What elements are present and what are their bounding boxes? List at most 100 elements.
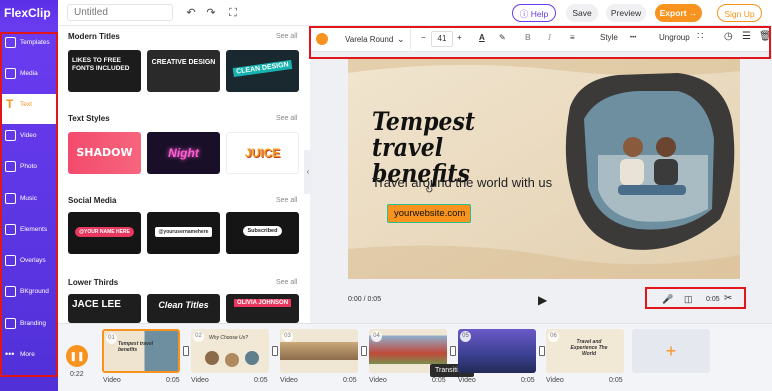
thumb-style-juice[interactable]: JUICE <box>226 132 299 174</box>
thumb-lower-3-label: OLIVIA JOHNSON <box>233 299 292 307</box>
help-icon: ⓘ <box>519 9 529 19</box>
thumb-social-2-label: @yourusernamehere <box>154 227 213 237</box>
save-button[interactable]: Save <box>566 4 598 22</box>
preview-button[interactable]: Preview <box>606 4 646 22</box>
timeline-clip-3[interactable]: 03 <box>280 329 358 373</box>
sidebar-item-video[interactable]: Video <box>0 125 58 155</box>
thumb-lower-1[interactable]: JACE LEE <box>68 294 141 323</box>
see-all-link[interactable]: See all <box>276 197 297 204</box>
signup-button[interactable]: Sign Up <box>717 4 762 22</box>
sidebar-item-music[interactable]: Music <box>0 188 58 218</box>
align-icon[interactable]: ≡ <box>570 33 575 42</box>
templates-icon <box>5 37 16 48</box>
transition-icon[interactable] <box>450 346 456 356</box>
project-title-input[interactable] <box>67 4 173 21</box>
transition-icon[interactable] <box>539 346 545 356</box>
clip-duration: 0:05 <box>706 296 720 303</box>
stage-subheading[interactable]: Travel around the world with us <box>372 175 552 190</box>
microphone-icon[interactable]: 🎤 <box>662 294 673 305</box>
logo-area: FlexClip <box>0 0 58 26</box>
heading-line-1: Tempest travel <box>372 107 476 162</box>
timeline-clip-2[interactable]: 02 Why Choose Us? <box>191 329 269 373</box>
font-size-input[interactable]: 41 <box>431 31 453 47</box>
photo-icon <box>5 161 16 172</box>
sidebar-item-bkground[interactable]: BKground <box>0 281 58 311</box>
clip-type: Video <box>458 377 476 384</box>
thumb-social-1[interactable]: @YOUR NAME HERE <box>68 212 141 254</box>
clip-photo <box>205 351 219 365</box>
more-icon[interactable]: ••• <box>630 35 636 41</box>
thumb-modern-3[interactable]: CLEAN DESIGN <box>226 50 299 92</box>
bold-button[interactable]: B <box>525 33 531 42</box>
clip-number: 03 <box>282 331 293 342</box>
grid-icon[interactable]: ∷ <box>697 31 703 42</box>
scissors-icon[interactable]: ✂ <box>724 293 732 304</box>
rotate-handle-icon[interactable]: ↻ <box>425 185 433 196</box>
font-select[interactable]: Varela Round ⌄ <box>337 29 411 49</box>
see-all-link[interactable]: See all <box>276 115 297 122</box>
see-all-link[interactable]: See all <box>276 33 297 40</box>
thumb-lower-3[interactable]: OLIVIA JOHNSON <box>226 294 299 323</box>
thumb-style-shadow[interactable]: SHADOW <box>68 132 141 174</box>
clip-title: Tempest travel benefits <box>118 341 154 353</box>
clip-photo <box>245 351 259 365</box>
see-all-link[interactable]: See all <box>276 279 297 286</box>
redo-icon[interactable]: ↷ <box>204 6 218 20</box>
thumb-lower-2[interactable]: Clean Titles <box>147 294 220 323</box>
music-icon <box>5 193 16 204</box>
timeline-clip-6[interactable]: 06 Travel and Experience The World <box>546 329 624 373</box>
thumb-modern-1[interactable]: LIKES TO FREE FONTS INCLUDED <box>68 50 141 92</box>
style-button[interactable]: Style <box>600 33 618 42</box>
ungroup-button[interactable]: Ungroup <box>659 33 690 42</box>
thumb-style-night[interactable]: Night <box>147 132 220 174</box>
sidebar-item-templates[interactable]: Templates <box>0 32 58 62</box>
thumb-modern-2[interactable]: CREATIVE DESIGN <box>147 50 220 92</box>
collapse-panel-handle[interactable]: ‹ <box>304 150 312 194</box>
sidebar-item-more[interactable]: ••• More <box>0 344 58 374</box>
sidebar-item-media[interactable]: Media <box>0 63 58 93</box>
transition-icon[interactable] <box>361 346 367 356</box>
clip-duration: 0:05 <box>521 377 535 384</box>
timeline-play-button[interactable]: ❚❚ <box>66 345 88 367</box>
add-clip-button[interactable]: + <box>632 329 710 373</box>
sidebar-item-branding[interactable]: Branding <box>0 313 58 343</box>
sidebar-item-label: Text <box>20 101 32 108</box>
clip-type: Video <box>369 377 387 384</box>
undo-icon[interactable]: ↶ <box>184 6 198 20</box>
video-icon <box>5 130 16 141</box>
sidebar-item-text[interactable]: T Text <box>0 94 58 124</box>
timeline-clip-5[interactable]: 05 <box>458 329 536 373</box>
clip-type: Video <box>103 377 121 384</box>
player-bar: 0:00 / 0:05 ▶ 🎤 ◫ 0:05 ✂ <box>310 289 772 323</box>
highlight-icon[interactable]: ✎ <box>499 33 506 42</box>
folder-icon <box>5 68 16 79</box>
trash-icon[interactable]: 🗑 <box>759 31 772 42</box>
sidebar-item-elements[interactable]: Elements <box>0 219 58 249</box>
transition-icon[interactable] <box>183 346 189 356</box>
font-color-icon[interactable]: A <box>479 33 485 42</box>
export-button[interactable]: Export → <box>655 4 702 22</box>
timeline-clip-1[interactable]: 01 Tempest travel benefits <box>102 329 180 373</box>
clip-type: Video <box>546 377 564 384</box>
help-button[interactable]: ⓘ Help <box>512 4 556 22</box>
play-icon[interactable]: ▶ <box>538 293 547 307</box>
thumb-social-3[interactable]: Subscribed <box>226 212 299 254</box>
text-color-swatch[interactable] <box>316 33 328 45</box>
thumb-social-2[interactable]: @yourusernamehere <box>147 212 220 254</box>
text-panel: Modern Titles See all LIKES TO FREE FONT… <box>58 26 304 323</box>
sidebar-item-photo[interactable]: Photo <box>0 156 58 186</box>
layers-icon[interactable]: ☰ <box>742 31 751 42</box>
fullscreen-icon[interactable]: ⛶ <box>226 6 240 20</box>
decrease-size-button[interactable]: − <box>421 33 426 42</box>
clip-type: Video <box>280 377 298 384</box>
sidebar-item-overlays[interactable]: Overlays <box>0 250 58 280</box>
clip-title: Travel and Experience The World <box>570 339 608 357</box>
split-view-icon[interactable]: ◫ <box>684 294 693 305</box>
increase-size-button[interactable]: + <box>457 33 462 42</box>
sidebar-item-label: Branding <box>20 320 47 327</box>
website-textbox[interactable]: yourwebsite.com <box>387 204 471 223</box>
clock-icon[interactable]: ◷ <box>724 31 733 42</box>
transition-icon[interactable] <box>272 346 278 356</box>
sidebar-item-label: Elements <box>20 226 48 233</box>
italic-button[interactable]: I <box>548 33 551 42</box>
